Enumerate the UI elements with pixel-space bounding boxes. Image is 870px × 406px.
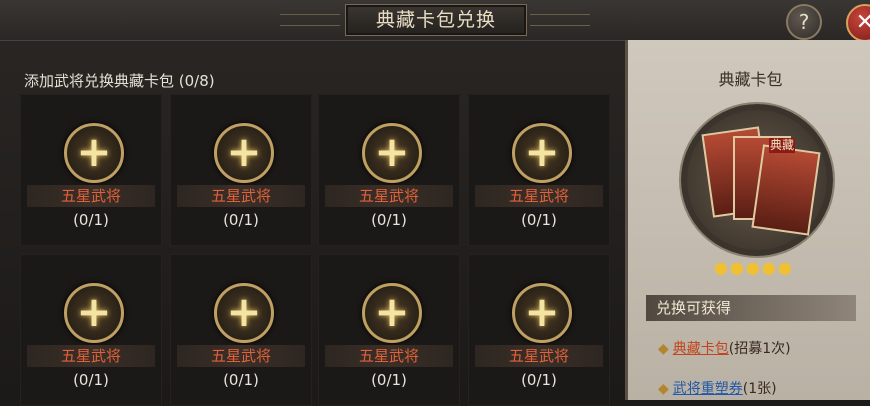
- slot-count: (0/1): [371, 211, 407, 229]
- diamond-bullet-icon: ◆: [658, 381, 669, 397]
- star-rating: ●●●●●: [714, 258, 794, 277]
- slot-count: (0/1): [521, 371, 557, 389]
- window-title: 典藏卡包兑换: [375, 9, 496, 31]
- gain-title: 兑换可获得: [646, 295, 856, 321]
- hero-slot-grid: + 五星武将 (0/1) + 五星武将 (0/1) + 五星武将 (0/1) +…: [20, 94, 610, 406]
- hero-slot-3[interactable]: + 五星武将 (0/1): [318, 94, 460, 246]
- hero-slot-4[interactable]: + 五星武将 (0/1): [468, 94, 610, 246]
- slot-count: (0/1): [223, 211, 259, 229]
- title-decoration-left: [280, 14, 340, 26]
- title-plate: 典藏卡包兑换: [345, 4, 527, 36]
- title-decoration-right: [530, 14, 590, 26]
- plus-icon: +: [226, 287, 262, 336]
- add-slot-button[interactable]: +: [512, 283, 572, 343]
- slot-count: (0/1): [371, 371, 407, 389]
- add-slot-button[interactable]: +: [512, 123, 572, 183]
- add-slot-button[interactable]: +: [214, 123, 274, 183]
- add-slot-button[interactable]: +: [362, 283, 422, 343]
- slot-requirement: 五星武将: [177, 345, 305, 367]
- add-slot-button[interactable]: +: [362, 123, 422, 183]
- add-slot-button[interactable]: +: [64, 283, 124, 343]
- plus-icon: +: [524, 127, 560, 176]
- plus-icon: +: [374, 287, 410, 336]
- reward-detail: (1张): [742, 381, 777, 397]
- pack-title: 典藏卡包: [718, 70, 783, 89]
- diamond-bullet-icon: ◆: [658, 341, 669, 357]
- hero-slot-8[interactable]: + 五星武将 (0/1): [468, 254, 610, 406]
- slot-requirement: 五星武将: [177, 185, 305, 207]
- plus-icon: +: [374, 127, 410, 176]
- add-slot-button[interactable]: +: [64, 123, 124, 183]
- slot-requirement: 五星武将: [475, 185, 603, 207]
- hero-slot-7[interactable]: + 五星武将 (0/1): [318, 254, 460, 406]
- slot-requirement: 五星武将: [325, 185, 453, 207]
- card-label: 典藏: [769, 138, 795, 153]
- add-slot-button[interactable]: +: [214, 283, 274, 343]
- hero-slot-1[interactable]: + 五星武将 (0/1): [20, 94, 162, 246]
- slot-count: (0/1): [73, 371, 109, 389]
- reward-item-2[interactable]: ◆ 武将重塑券(1张): [658, 378, 777, 398]
- reward-detail: (招募1次): [728, 341, 791, 357]
- reward-name[interactable]: 典藏卡包: [673, 341, 729, 357]
- hero-slot-5[interactable]: + 五星武将 (0/1): [20, 254, 162, 406]
- reward-item-1[interactable]: ◆ 典藏卡包(招募1次): [658, 338, 791, 358]
- reward-panel: 典藏卡包 典藏 ●●●●● 兑换可获得 ◆ 典藏卡包(招募1次) ◆ 武将重塑券(1…: [625, 40, 870, 400]
- slot-requirement: 五星武将: [27, 185, 155, 207]
- slot-count: (0/1): [521, 211, 557, 229]
- plus-icon: +: [226, 127, 262, 176]
- hero-slot-6[interactable]: + 五星武将 (0/1): [170, 254, 312, 406]
- plus-icon: +: [76, 127, 112, 176]
- card-front: [751, 144, 821, 236]
- slot-count: (0/1): [73, 211, 109, 229]
- plus-icon: +: [524, 287, 560, 336]
- reward-name[interactable]: 武将重塑券: [673, 381, 743, 397]
- slot-requirement: 五星武将: [475, 345, 603, 367]
- slot-requirement: 五星武将: [27, 345, 155, 367]
- plus-icon: +: [76, 287, 112, 336]
- slot-progress-label: 添加武将兑换典藏卡包 (0/8): [24, 72, 215, 90]
- slot-requirement: 五星武将: [325, 345, 453, 367]
- hero-slot-2[interactable]: + 五星武将 (0/1): [170, 94, 312, 246]
- card-pack-image[interactable]: 典藏: [681, 104, 833, 256]
- help-button[interactable]: ?: [786, 4, 822, 40]
- slot-count: (0/1): [223, 371, 259, 389]
